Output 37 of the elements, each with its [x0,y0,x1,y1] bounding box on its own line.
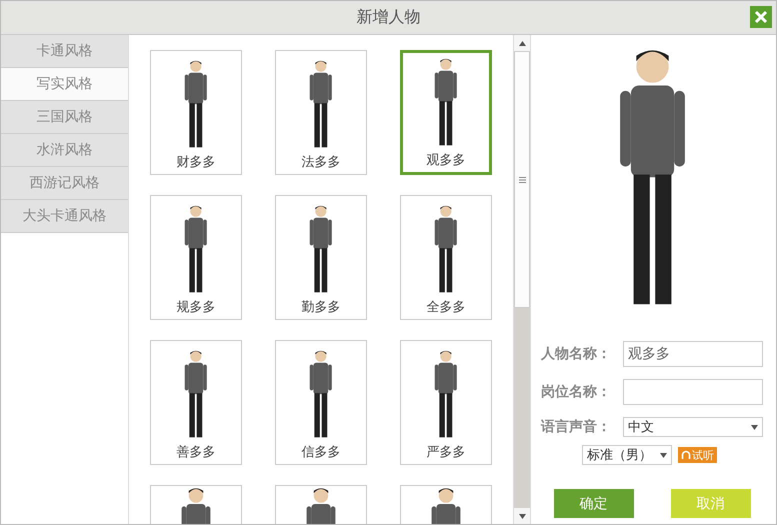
character-name: 法多多 [302,154,340,171]
character-card[interactable]: 全多多 [400,195,492,320]
window-title: 新增人物 [356,7,420,28]
character-card[interactable]: 法多多 [275,50,367,175]
character-card[interactable]: 善多多 [150,340,242,465]
character-name: 规多多 [176,299,216,316]
name-input[interactable]: 观多多 [623,341,763,367]
caret-icon [660,452,667,458]
close-button[interactable] [750,6,772,28]
grip-icon [518,176,526,182]
character-name: 财多多 [176,154,216,171]
language-select[interactable]: 中文 [623,417,763,437]
character-name: 信多多 [302,444,340,461]
character-card[interactable]: 信多多 [275,340,367,465]
character-card[interactable]: 严多多 [400,340,492,465]
voice-select[interactable]: 标准（男） [582,445,672,465]
character-name: 全多多 [426,299,466,316]
character-name: 严多多 [426,444,466,461]
character-name: 观多多 [426,152,466,169]
caret-icon [751,424,758,430]
character-name: 勤多多 [302,299,340,316]
close-icon [753,9,769,25]
field-label: 人物名称： [541,345,612,363]
field-label: 岗位名称： [541,383,612,401]
character-card[interactable]: 规多多 [150,195,242,320]
scroll-up-button[interactable] [514,35,530,51]
character-card[interactable]: 财多多 [150,50,242,175]
scroll-thumb[interactable] [514,51,530,308]
headphones-icon [681,450,691,460]
post-input[interactable] [623,379,763,405]
character-card[interactable]: 勤多多 [275,195,367,320]
character-name: 善多多 [176,444,216,461]
up-arrow-icon [518,40,526,46]
scroll-down-button[interactable] [514,508,530,524]
field-label: 语言声音： [541,418,612,436]
character-card[interactable]: 观多多 [400,50,492,175]
down-arrow-icon [518,514,526,518]
